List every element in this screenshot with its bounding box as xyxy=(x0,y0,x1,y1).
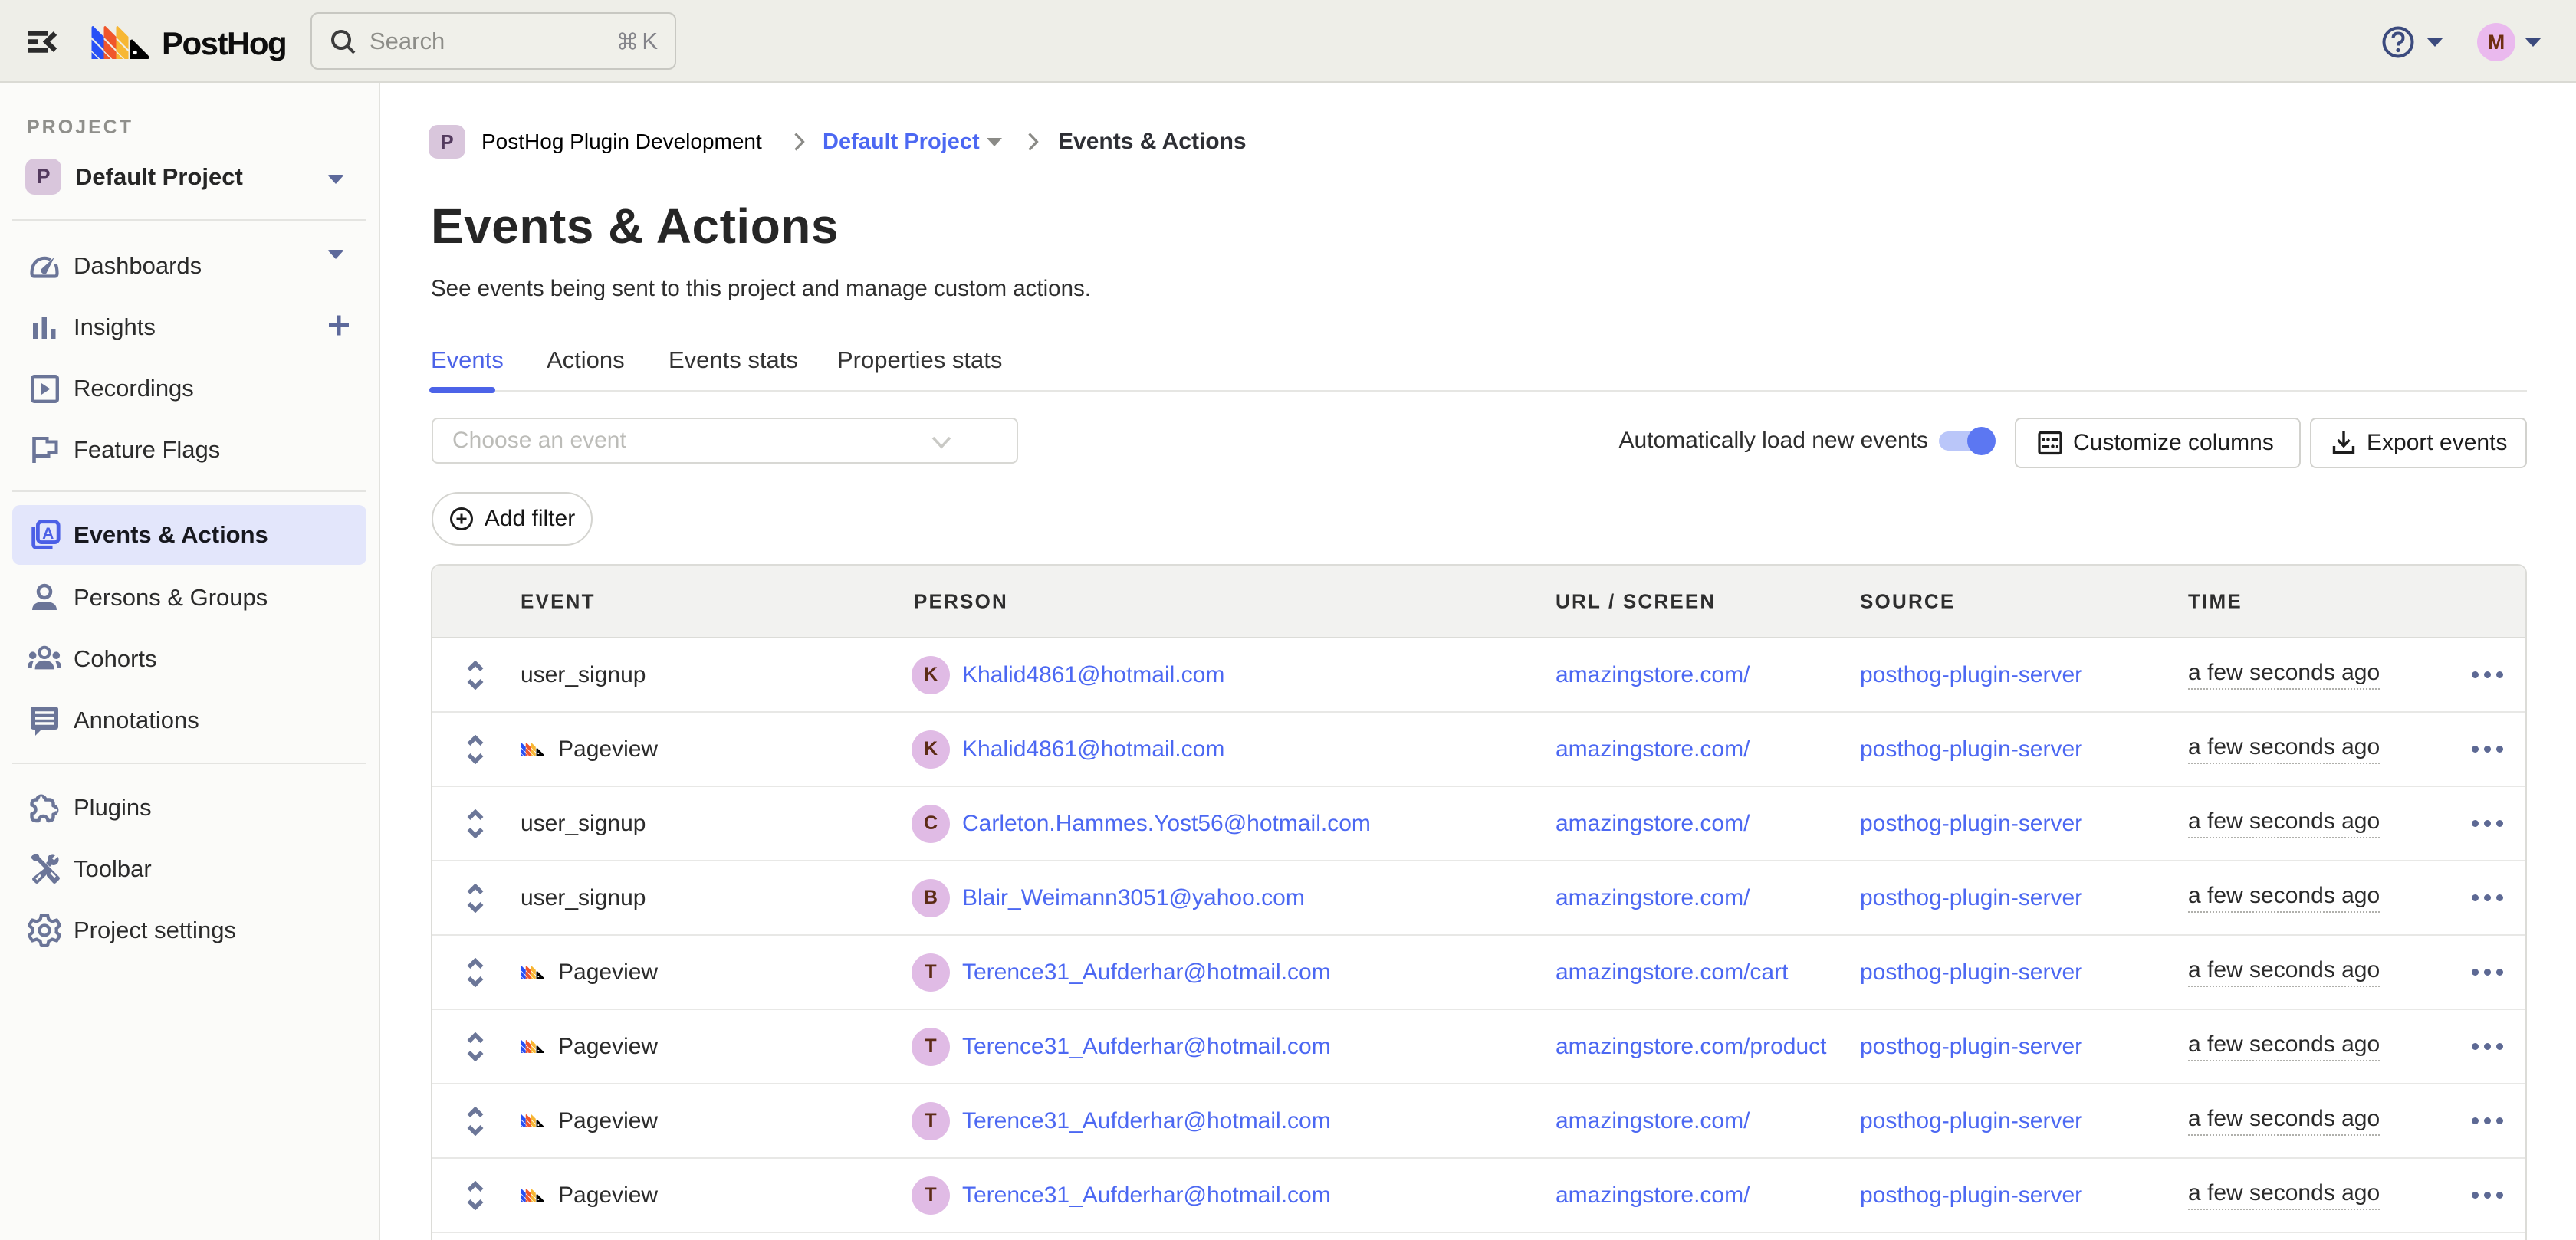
svg-text:A: A xyxy=(42,525,54,543)
